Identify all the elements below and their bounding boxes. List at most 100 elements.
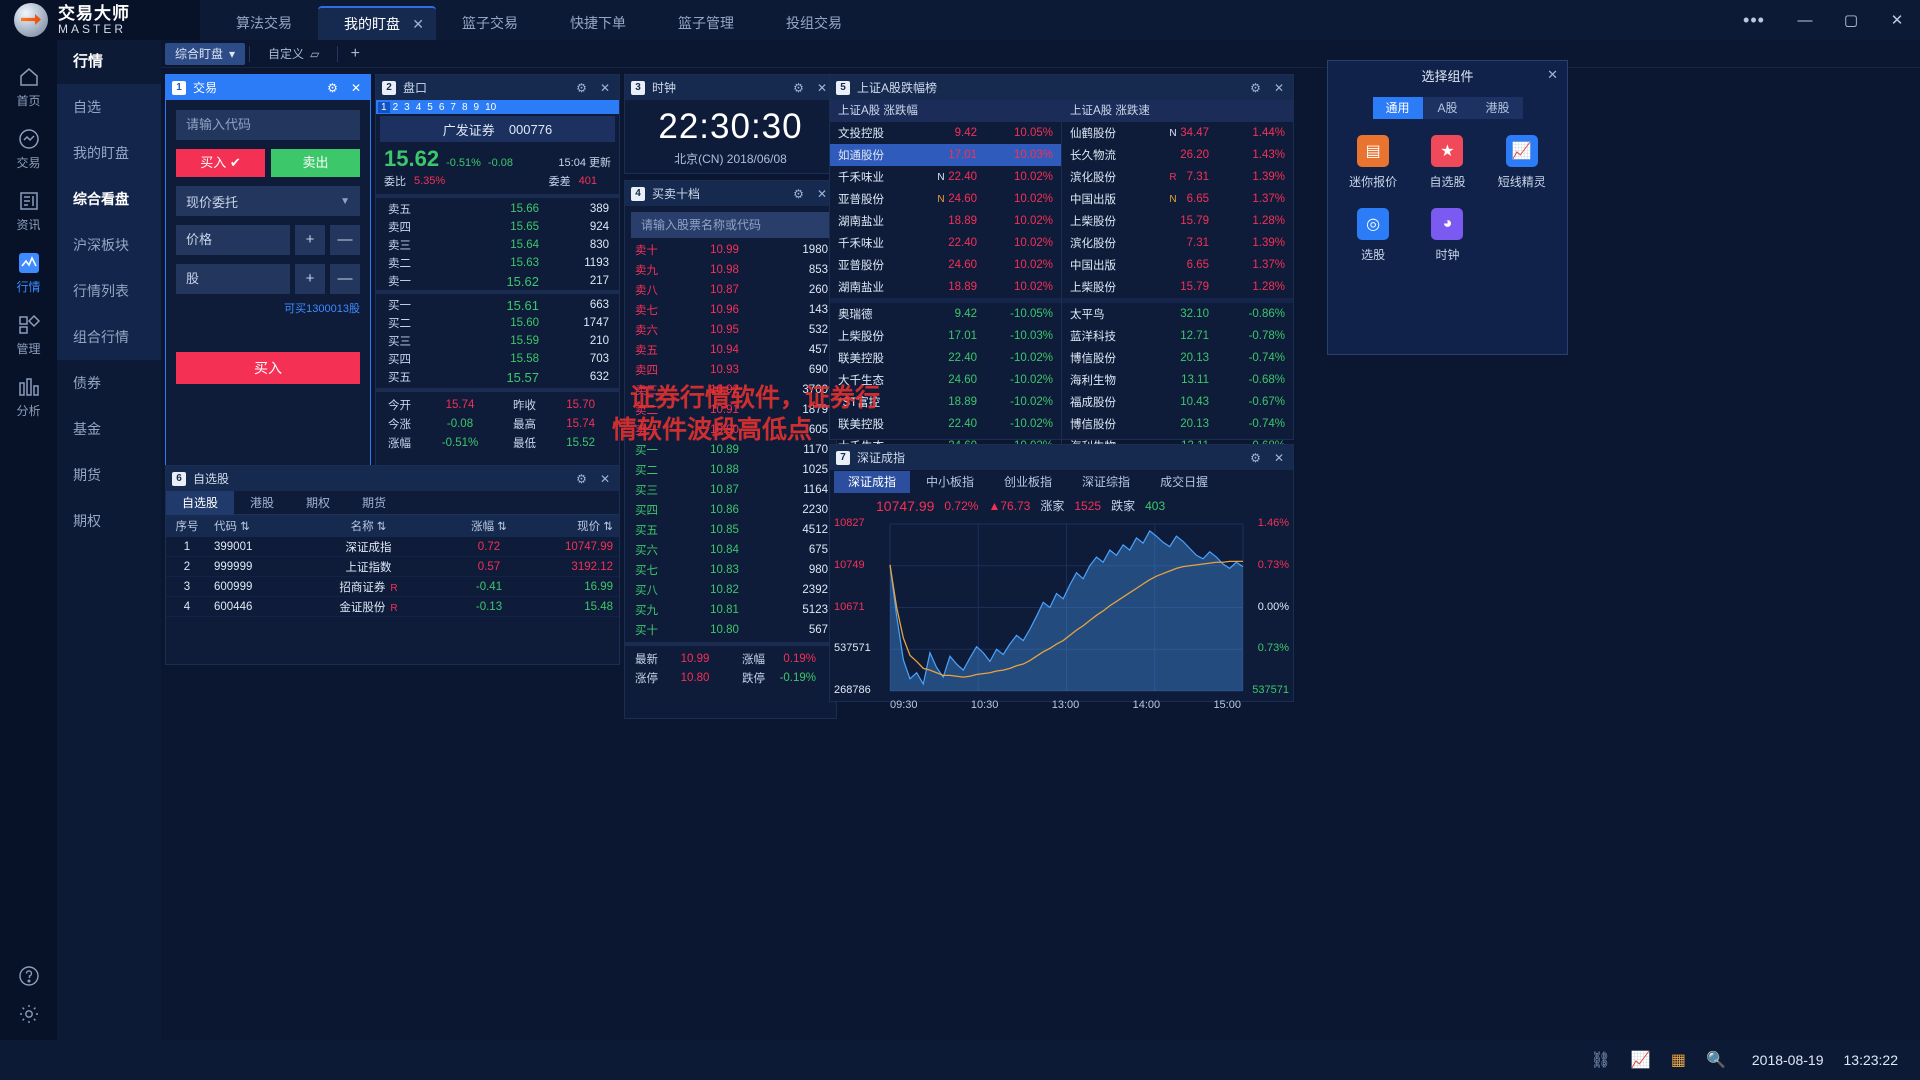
ranking-row[interactable]: 滨化股份7.311.39%: [1062, 232, 1293, 254]
ranking-row[interactable]: 亚普股份24.6010.02%: [830, 254, 1061, 276]
index-tab-中小板指[interactable]: 中小板指: [912, 471, 988, 493]
ranking-row[interactable]: 上柴股份15.791.28%: [1062, 276, 1293, 298]
window-tab-1[interactable]: 我的盯盘✕: [318, 6, 436, 40]
table-row[interactable]: 3600999招商证券R-0.4116.99: [166, 577, 619, 597]
watchlist-tab-期权[interactable]: 期权: [290, 491, 346, 515]
component-category-tabs[interactable]: 通用A股港股: [1328, 97, 1567, 119]
component-item-选股[interactable]: ◎选股: [1336, 208, 1410, 263]
close-icon[interactable]: ✕: [348, 81, 364, 95]
sidebar-item-基金[interactable]: 基金: [57, 406, 161, 452]
window-tabs[interactable]: 算法交易我的盯盘✕篮子交易快捷下单篮子管理投组交易: [200, 0, 1726, 40]
sidebar-item-期货[interactable]: 期货: [57, 452, 161, 498]
window-tab-5[interactable]: 投组交易: [760, 6, 868, 40]
close-icon[interactable]: ✕: [412, 8, 424, 40]
search-icon[interactable]: 🔍: [1706, 1050, 1726, 1070]
window-close-button[interactable]: ✕: [1874, 0, 1920, 40]
ranking-row[interactable]: 千禾味业22.4010.02%: [830, 232, 1061, 254]
order-type-select[interactable]: 现价委托 ▼: [176, 186, 360, 216]
ranking-row[interactable]: 仙鹤股份N34.471.44%: [1062, 122, 1293, 144]
window-tab-2[interactable]: 篮子交易: [436, 6, 544, 40]
maximize-button[interactable]: ▢: [1828, 0, 1874, 40]
index-tab-成交日握[interactable]: 成交日握: [1146, 471, 1222, 493]
ranking-row[interactable]: 太平鸟32.10-0.86%: [1062, 303, 1293, 325]
ranking-row[interactable]: 博信股份20.13-0.74%: [1062, 347, 1293, 369]
ranking-row[interactable]: 福成股份10.43-0.67%: [1062, 391, 1293, 413]
more-options-button[interactable]: •••: [1726, 0, 1782, 40]
orderbook-level-7[interactable]: 7: [447, 102, 459, 113]
submit-order-button[interactable]: 买入: [176, 352, 360, 384]
watchlist-column-header[interactable]: 代码 ⇅: [208, 518, 292, 534]
sidebar-item-自选[interactable]: 自选: [57, 84, 161, 130]
available-quantity-link[interactable]: 可买1300013股: [176, 300, 360, 316]
index-chart-canvas[interactable]: 108271.46%107490.73%106710.00%5375710.73…: [830, 514, 1293, 699]
price-increase-button[interactable]: +: [295, 225, 325, 255]
ranking-row[interactable]: 上柴股份15.791.28%: [1062, 210, 1293, 232]
ranking-row[interactable]: 滨化股份R7.311.39%: [1062, 166, 1293, 188]
gear-icon[interactable]: ⚙: [790, 187, 807, 201]
ranking-row[interactable]: 亚普股份N24.6010.02%: [830, 188, 1061, 210]
sidebar-item-分析[interactable]: 分析: [0, 366, 57, 428]
gear-icon[interactable]: ⚙: [1247, 451, 1264, 465]
window-tab-3[interactable]: 快捷下单: [544, 6, 652, 40]
quantity-increase-button[interactable]: +: [295, 264, 325, 294]
stock-search-input[interactable]: 请输入股票名称或代码: [631, 212, 830, 238]
close-icon[interactable]: ✕: [814, 81, 830, 95]
component-item-时钟[interactable]: ◕时钟: [1410, 208, 1484, 263]
window-tab-4[interactable]: 篮子管理: [652, 6, 760, 40]
index-tabs[interactable]: 深证成指中小板指创业板指深证综指成交日握: [830, 470, 1293, 494]
component-item-迷你报价[interactable]: ▤迷你报价: [1336, 135, 1410, 190]
code-input[interactable]: 请输入代码: [176, 110, 360, 140]
component-tab-港股[interactable]: 港股: [1473, 97, 1523, 119]
ranking-row[interactable]: 如通股份17.0110.03%: [830, 144, 1061, 166]
orderbook-level-4[interactable]: 4: [413, 102, 425, 113]
gear-icon[interactable]: ⚙: [790, 81, 807, 95]
index-tab-深证成指[interactable]: 深证成指: [834, 471, 910, 493]
orderbook-level-9[interactable]: 9: [471, 102, 483, 113]
ranking-row[interactable]: 长久物流26.201.43%: [1062, 144, 1293, 166]
window-tab-0[interactable]: 算法交易: [210, 6, 318, 40]
component-item-自选股[interactable]: ★自选股: [1410, 135, 1484, 190]
watchlist-tab-期货[interactable]: 期货: [346, 491, 402, 515]
gear-icon[interactable]: ⚙: [1247, 81, 1264, 95]
sell-toggle-button[interactable]: 卖出: [271, 149, 360, 177]
sidebar-item-沪深板块[interactable]: 沪深板块: [57, 222, 161, 268]
price-decrease-button[interactable]: —: [330, 225, 360, 255]
close-icon[interactable]: ✕: [1547, 67, 1558, 83]
sidebar-item-组合行情[interactable]: 组合行情: [57, 314, 161, 360]
sidebar-item-资讯[interactable]: 资讯: [0, 180, 57, 242]
index-tab-深证综指[interactable]: 深证综指: [1068, 471, 1144, 493]
custom-layout-button[interactable]: 自定义 ▱: [254, 43, 333, 65]
ranking-row[interactable]: 奥瑞德9.42-10.05%: [830, 303, 1061, 325]
orderbook-level-8[interactable]: 8: [459, 102, 471, 113]
ranking-row[interactable]: 联美控股22.40-10.02%: [830, 413, 1061, 435]
component-tab-A股[interactable]: A股: [1423, 97, 1473, 119]
ranking-row[interactable]: 海利生物13.11-0.68%: [1062, 369, 1293, 391]
quantity-decrease-button[interactable]: —: [330, 264, 360, 294]
ranking-row[interactable]: 博信股份20.13-0.74%: [1062, 413, 1293, 435]
gear-icon[interactable]: ⚙: [573, 472, 590, 486]
sidebar-item-管理[interactable]: 管理: [0, 304, 57, 366]
gear-icon[interactable]: ⚙: [324, 81, 341, 95]
gear-icon[interactable]: ⚙: [573, 81, 590, 95]
component-grid[interactable]: ▤迷你报价★自选股📈短线精灵◎选股◕时钟: [1328, 119, 1567, 281]
minimize-button[interactable]: —: [1782, 0, 1828, 40]
ranking-row[interactable]: 中国出版N6.651.37%: [1062, 188, 1293, 210]
index-tab-创业板指[interactable]: 创业板指: [990, 471, 1066, 493]
ranking-row[interactable]: *ST富控18.89-10.02%: [830, 391, 1061, 413]
sidebar-item-交易[interactable]: 交易: [0, 118, 57, 180]
orderbook-level-5[interactable]: 5: [424, 102, 436, 113]
watchlist-column-header[interactable]: 序号: [166, 518, 208, 534]
watchlist-column-header[interactable]: 涨幅 ⇅: [445, 518, 533, 534]
buy-toggle-button[interactable]: 买入 ✔: [176, 149, 265, 177]
help-icon[interactable]: [17, 964, 41, 988]
grid-icon[interactable]: ▦: [1671, 1050, 1686, 1070]
price-stepper[interactable]: 价格 + —: [176, 225, 360, 255]
orderbook-level-10[interactable]: 10: [482, 102, 499, 113]
component-tab-通用[interactable]: 通用: [1373, 97, 1423, 119]
orderbook-level-3[interactable]: 3: [401, 102, 413, 113]
ranking-row[interactable]: 中国出版6.651.37%: [1062, 254, 1293, 276]
gear-icon[interactable]: [17, 1002, 41, 1026]
close-icon[interactable]: ✕: [1271, 451, 1287, 465]
ranking-row[interactable]: 文投控股9.4210.05%: [830, 122, 1061, 144]
quantity-field[interactable]: 股: [176, 264, 290, 294]
